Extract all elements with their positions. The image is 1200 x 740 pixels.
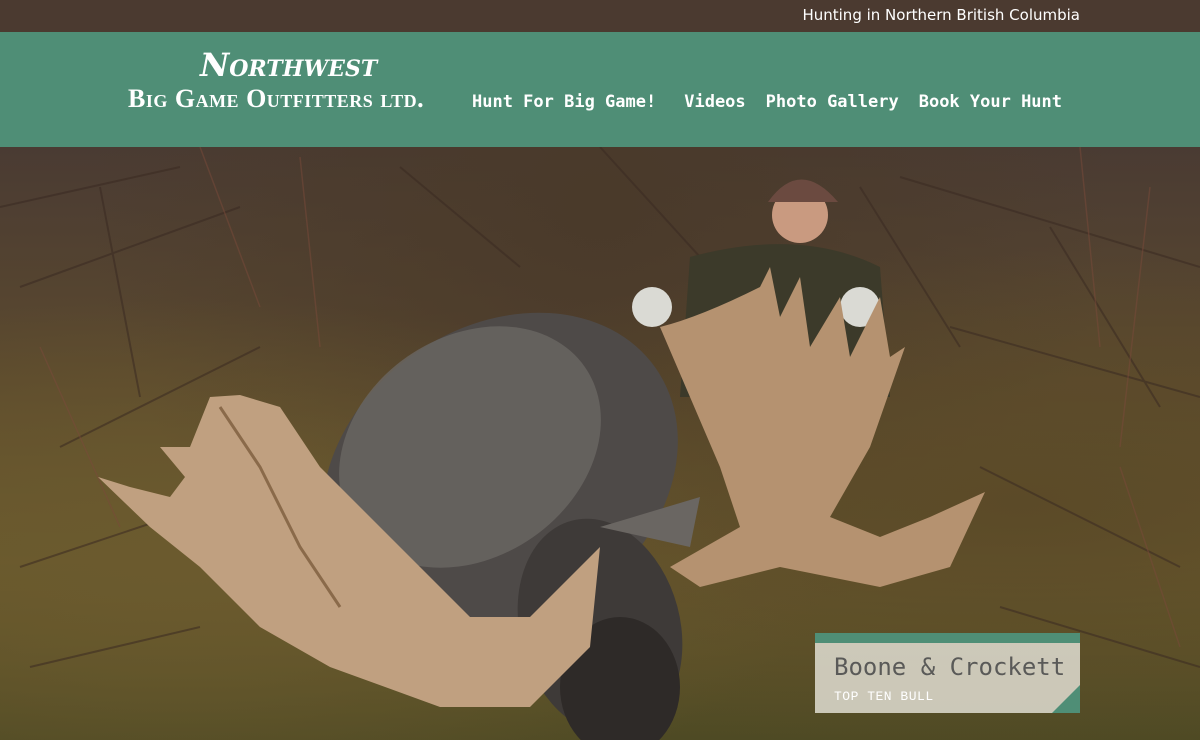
nav-item-hunt-for-big-game[interactable]: Hunt For Big Game! xyxy=(472,92,656,112)
caption-title: Boone & Crockett xyxy=(834,653,1066,681)
caption-subtitle: TOP TEN BULL xyxy=(834,689,934,704)
caption-corner-decoration xyxy=(1052,685,1080,713)
site-header: Northwest Big Game Outfitters ltd. Hunt … xyxy=(0,32,1200,147)
nav-item-videos[interactable]: Videos xyxy=(684,92,745,112)
tagline: Hunting in Northern British Columbia xyxy=(802,6,1080,24)
nav-item-photo-gallery[interactable]: Photo Gallery xyxy=(766,92,899,112)
top-bar: Hunting in Northern British Columbia xyxy=(0,0,1200,32)
main-nav: Hunt For Big Game! Videos Photo Gallery … xyxy=(472,92,1062,112)
logo-line-2: Big Game Outfitters ltd. xyxy=(128,84,425,113)
hero-caption: Boone & Crockett TOP TEN BULL xyxy=(815,633,1080,713)
nav-item-book-your-hunt[interactable]: Book Your Hunt xyxy=(919,92,1062,112)
hero-image: Boone & Crockett TOP TEN BULL xyxy=(0,147,1200,740)
site-logo[interactable]: Northwest Big Game Outfitters ltd. xyxy=(128,46,438,136)
logo-line-1: Northwest xyxy=(200,46,378,84)
